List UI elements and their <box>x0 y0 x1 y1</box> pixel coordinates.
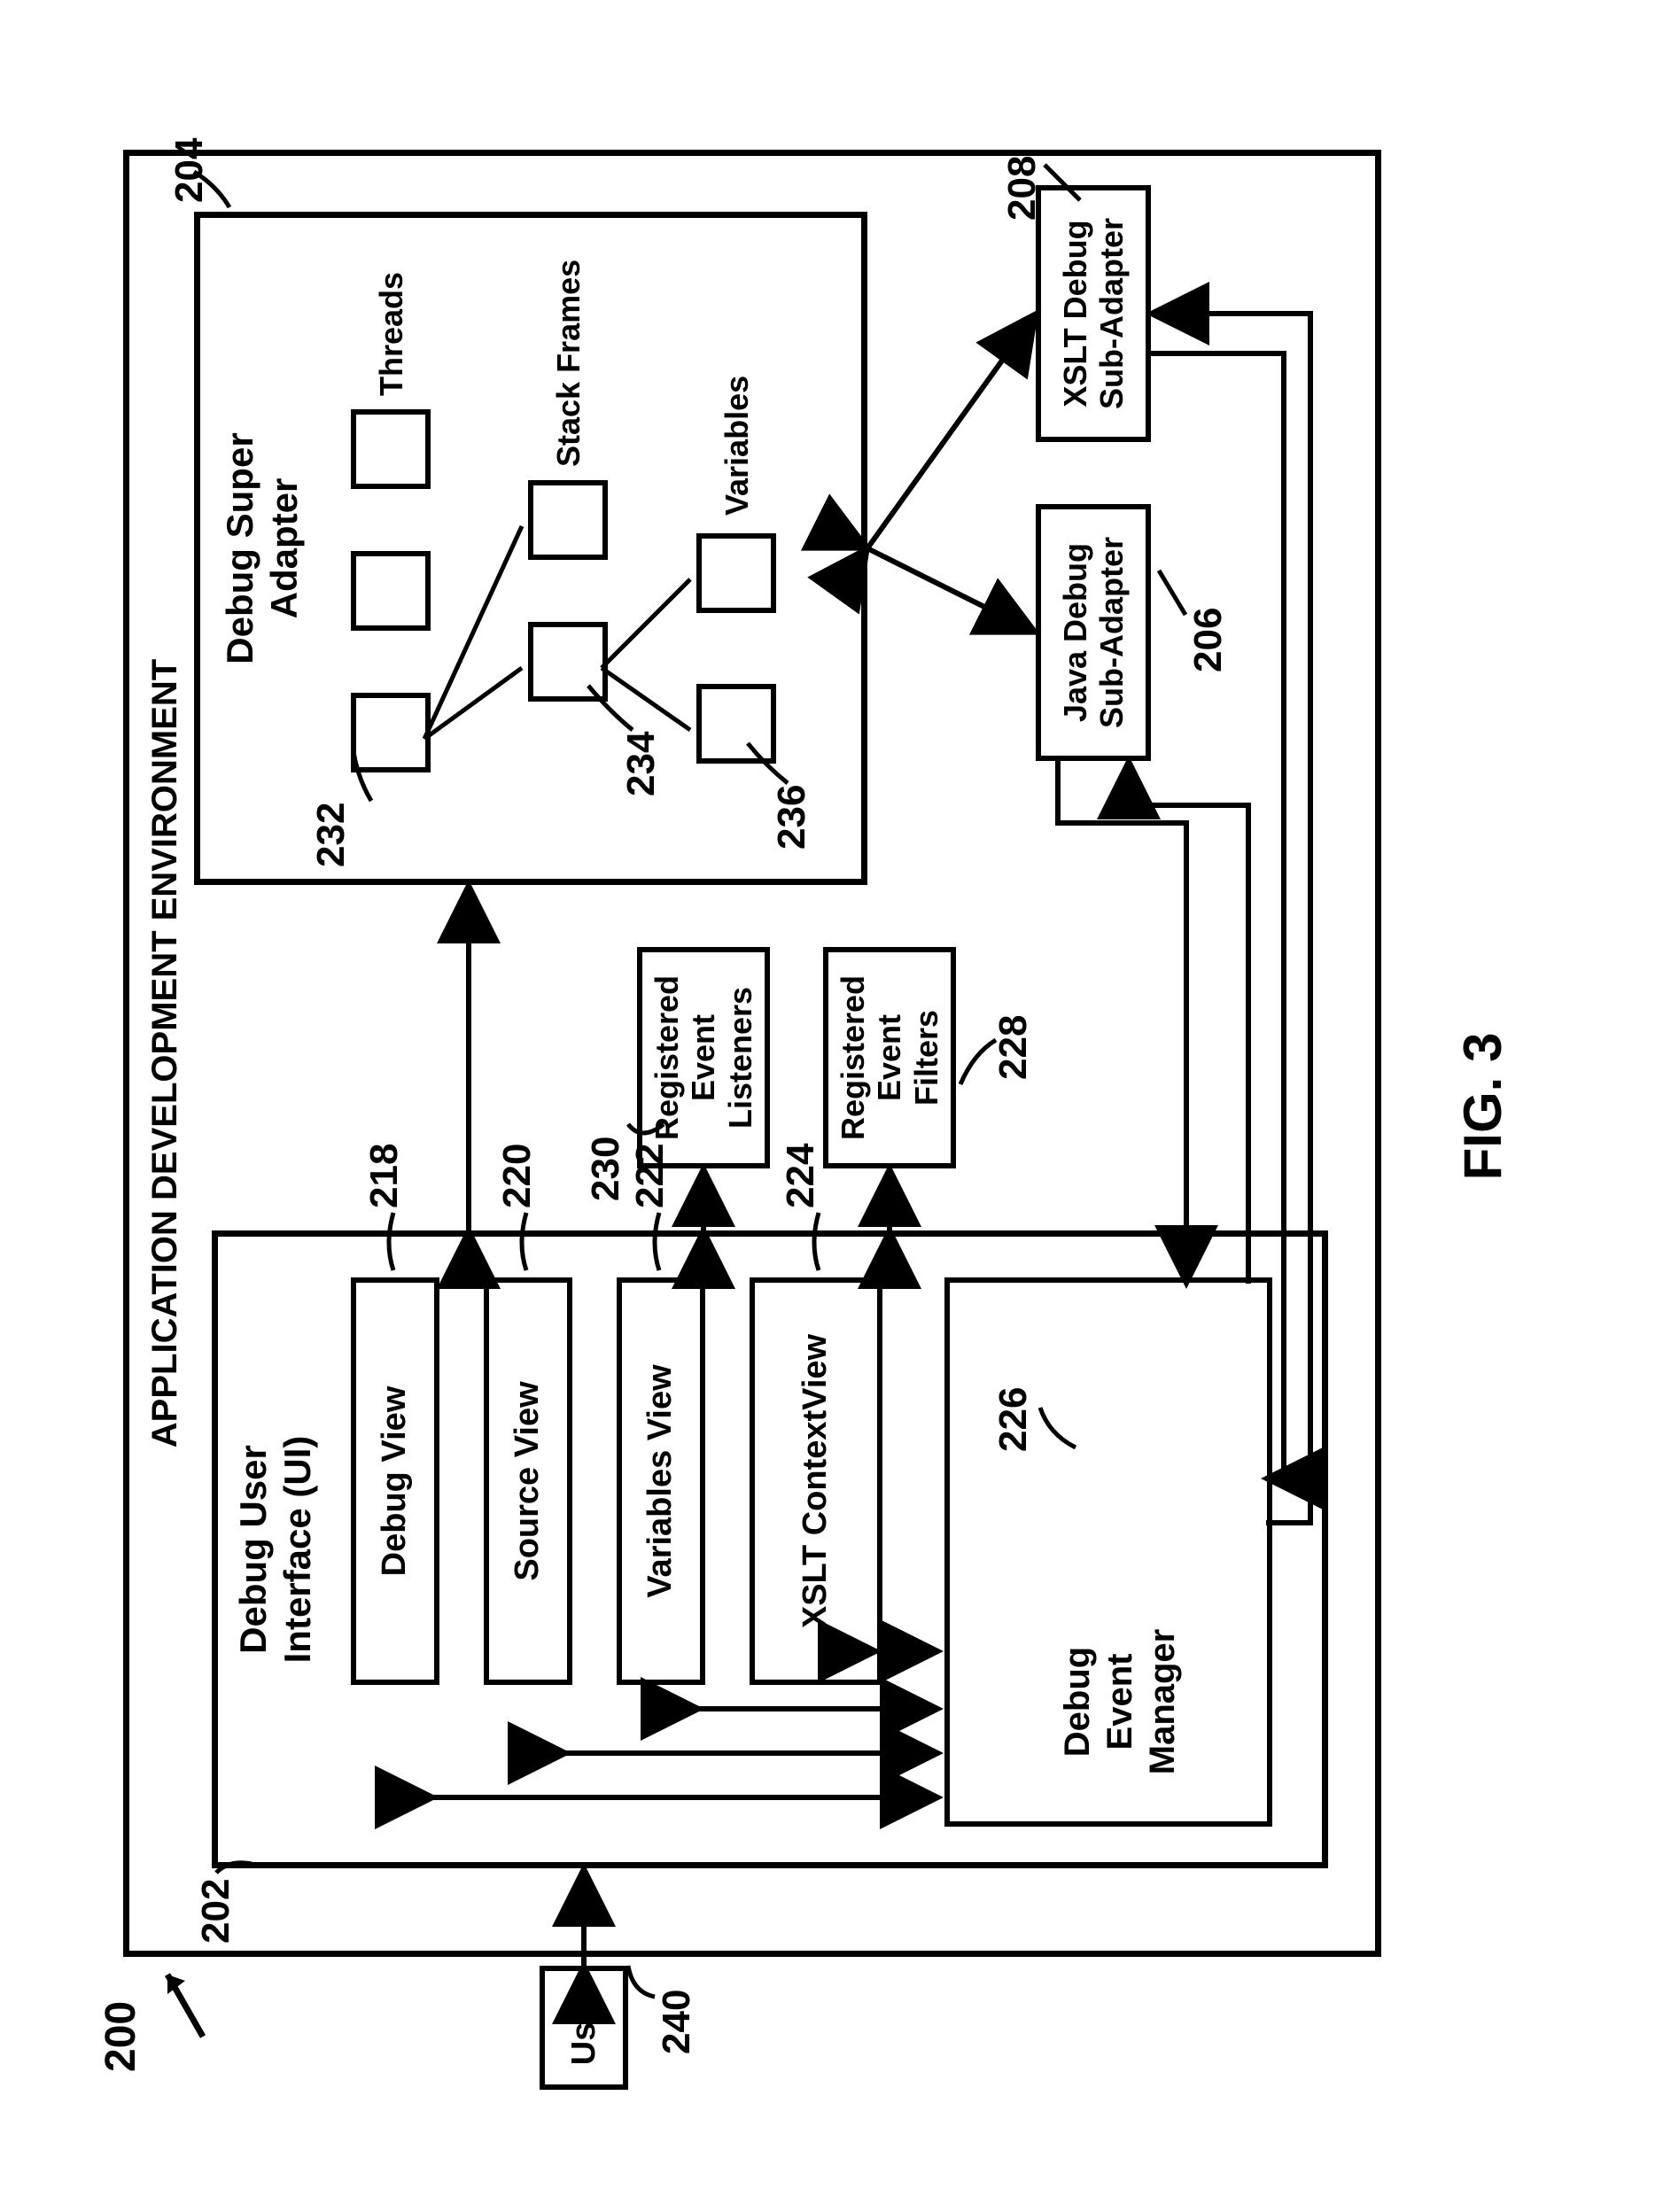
ref-206: 206 <box>1186 607 1231 671</box>
xslt-context-view-label-1: XSLT Context <box>797 1409 835 1627</box>
figure-label: FIG. 3 <box>1452 88 1513 2125</box>
lead-202-icon <box>212 1837 256 1877</box>
ref-line1: Registered <box>834 974 870 1139</box>
lead-226-icon <box>1036 1399 1080 1452</box>
lead-230-icon <box>624 1102 668 1146</box>
user-label: User <box>564 1990 602 2065</box>
variables-label: Variables <box>719 375 756 515</box>
xslt-sub-line1: XSLT Debug <box>1056 220 1092 407</box>
lead-234-icon <box>584 681 637 734</box>
debug-ui-box: Debug User Interface (UI) Debug View Sou… <box>212 1230 1328 1868</box>
xslt-context-view-label-2: View <box>797 1333 835 1409</box>
ref-236: 236 <box>770 784 814 849</box>
source-view-label: Source View <box>509 1381 548 1580</box>
lead-224-icon <box>805 1208 832 1275</box>
ref-240: 240 <box>655 1989 699 2053</box>
xslt-context-view-box: XSLT Context View <box>750 1277 882 1685</box>
java-sub-line1: Java Debug <box>1056 542 1092 721</box>
lead-232-icon <box>331 748 376 805</box>
lead-208-icon <box>1040 160 1084 205</box>
debug-event-manager-label: Debug Event Manager <box>1056 1600 1184 1804</box>
rel-line2: Event <box>685 1013 721 1100</box>
lead-222-icon <box>646 1208 672 1275</box>
thread-box-3 <box>351 409 431 489</box>
stack-frame-box-2 <box>528 480 608 560</box>
ref-234: 234 <box>619 731 664 796</box>
ref-202: 202 <box>194 1878 238 1943</box>
ref-208: 208 <box>1000 155 1045 220</box>
debug-view-box: Debug View <box>351 1277 439 1685</box>
user-box: User <box>540 1966 628 2090</box>
lead-228-icon <box>956 1036 1000 1089</box>
xslt-debug-sub-adapter-box: XSLT Debug Sub-Adapter <box>1036 185 1151 442</box>
source-view-box: Source View <box>484 1277 572 1685</box>
thread-box-2 <box>351 551 431 631</box>
ref-226: 226 <box>991 1386 1036 1451</box>
registered-event-filters-box: Registered Event Filters <box>823 947 956 1168</box>
ref-232: 232 <box>309 802 354 866</box>
threads-label: Threads <box>373 271 410 395</box>
super-title-1: Debug Super <box>219 432 260 664</box>
lead-218-icon <box>380 1208 407 1275</box>
lead-204-icon <box>190 167 234 212</box>
lead-206-icon <box>1154 566 1190 619</box>
ref-line2: Event <box>871 1013 907 1100</box>
ref-230: 230 <box>584 1136 628 1200</box>
debug-view-label: Debug View <box>376 1385 415 1576</box>
env-title: APPLICATION DEVELOPMENT ENVIRONMENT <box>145 156 185 1951</box>
debug-event-manager-box: Debug Event Manager <box>944 1277 1272 1827</box>
xslt-sub-line2: Sub-Adapter <box>1093 218 1130 409</box>
ui-title-line2: Interface (UI) <box>276 1435 318 1663</box>
java-sub-line2: Sub-Adapter <box>1093 537 1130 728</box>
dem-line2: Manager <box>1143 1628 1182 1774</box>
dem-line1: Debug Event <box>1058 1646 1139 1756</box>
ref-200: 200 <box>97 2000 145 2071</box>
ref-224: 224 <box>779 1143 823 1207</box>
ref-218: 218 <box>362 1143 407 1207</box>
lead-240-icon <box>624 1957 659 2001</box>
variables-view-label: Variables View <box>641 1364 680 1597</box>
java-debug-sub-adapter-box: Java Debug Sub-Adapter <box>1036 504 1151 761</box>
variable-box-2 <box>696 533 776 613</box>
super-adapter-title: Debug Super Adapter <box>218 218 307 879</box>
ui-title-line1: Debug User <box>232 1445 274 1654</box>
lead-236-icon <box>743 739 792 788</box>
arrow-200-icon <box>159 1957 212 2045</box>
diagram-container: 200 APPLICATION DEVELOPMENT ENVIRONMENT … <box>70 88 1594 2125</box>
variables-view-box: Variables View <box>617 1277 705 1685</box>
ref-220: 220 <box>495 1143 540 1207</box>
debug-ui-title: Debug User Interface (UI) <box>231 1237 321 1862</box>
stack-frames-label: Stack Frames <box>550 259 587 466</box>
rel-line3: Listeners <box>721 986 758 1128</box>
super-title-2: Adapter <box>263 477 305 618</box>
ref-line3: Filters <box>907 1009 944 1105</box>
lead-220-icon <box>513 1208 540 1275</box>
